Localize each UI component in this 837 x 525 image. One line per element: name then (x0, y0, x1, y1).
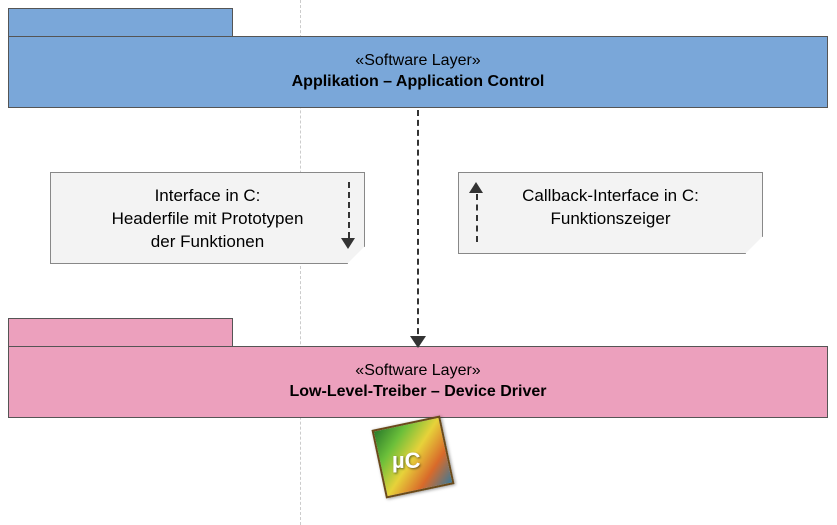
application-name: Applikation – Application Control (9, 72, 827, 93)
application-layer-title: «Software Layer» Applikation – Applicati… (9, 37, 827, 93)
arrow-down-icon (341, 238, 355, 249)
dependency-arrow (417, 110, 419, 344)
callback-note-line1: Callback-Interface in C: (469, 185, 752, 208)
interface-note-line2: Headerfile mit Prototypen (61, 208, 354, 231)
arrow-up-icon (469, 182, 483, 193)
callback-note-line2: Funktionszeiger (469, 208, 752, 231)
note-fold-icon (745, 236, 763, 254)
interface-note: Interface in C: Headerfile mit Prototype… (50, 172, 365, 264)
interface-note-line1: Interface in C: (61, 185, 354, 208)
driver-layer: «Software Layer» Low-Level-Treiber – Dev… (8, 346, 828, 418)
interface-arrow-down (348, 182, 350, 238)
callback-note: Callback-Interface in C: Funktionszeiger (458, 172, 763, 254)
application-layer-tab (8, 8, 233, 36)
driver-layer-tab (8, 318, 233, 346)
interface-note-line3: der Funktionen (61, 231, 354, 254)
driver-name: Low-Level-Treiber – Device Driver (9, 382, 827, 403)
arrow-down-icon (410, 336, 426, 348)
microcontroller-label: µC (392, 448, 421, 474)
callback-arrow-up (476, 194, 478, 242)
driver-layer-title: «Software Layer» Low-Level-Treiber – Dev… (9, 347, 827, 403)
application-stereotype: «Software Layer» (9, 51, 827, 72)
driver-stereotype: «Software Layer» (9, 361, 827, 382)
application-layer: «Software Layer» Applikation – Applicati… (8, 36, 828, 108)
